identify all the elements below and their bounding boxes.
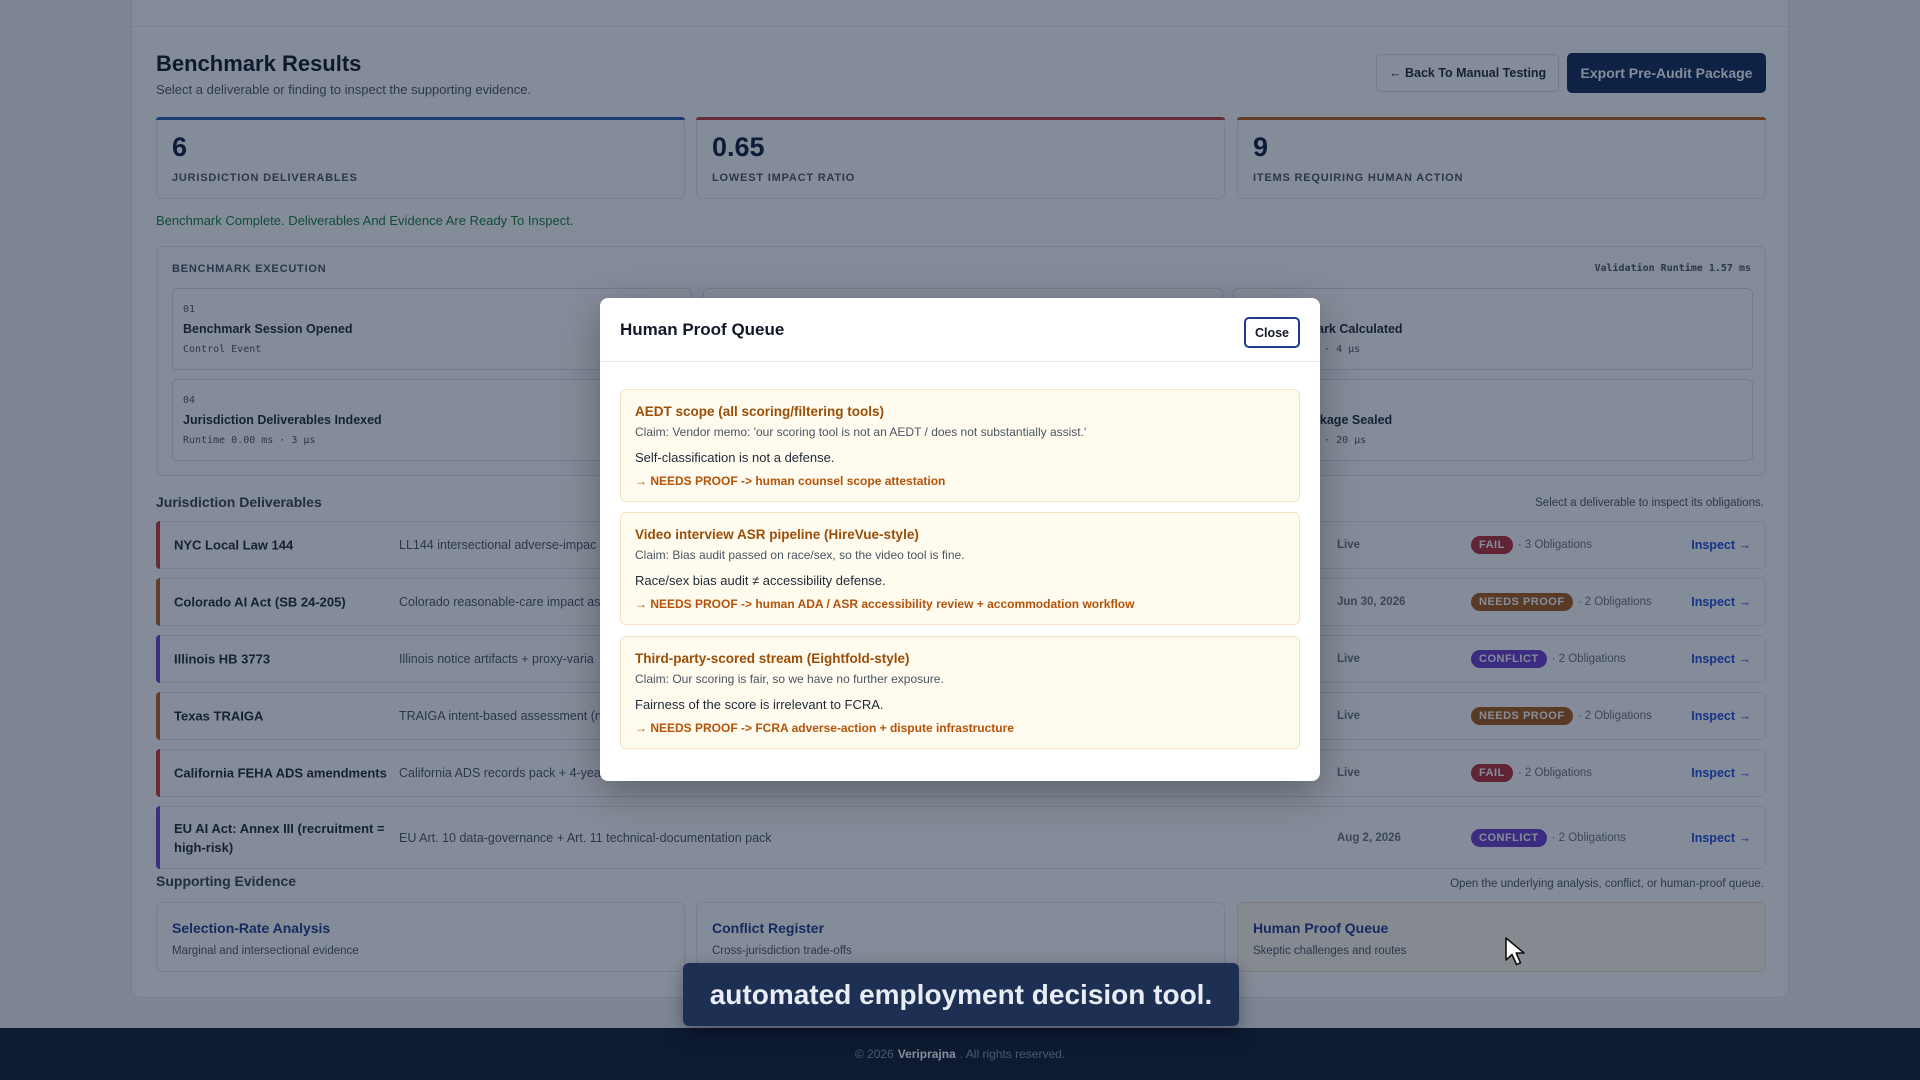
close-button[interactable]: Close — [1244, 317, 1300, 348]
proof-item-title: Video interview ASR pipeline (HireVue-st… — [635, 527, 919, 542]
human-proof-queue-modal: Human Proof Queue Close AEDT scope (all … — [600, 298, 1320, 781]
proof-item-claim: Claim: Bias audit passed on race/sex, so… — [635, 548, 965, 562]
proof-item-claim: Claim: Vendor memo: 'our scoring tool is… — [635, 425, 1087, 439]
proof-item[interactable]: AEDT scope (all scoring/filtering tools)… — [620, 389, 1300, 502]
proof-item-route: → NEEDS PROOF -> human ADA / ASR accessi… — [635, 597, 1135, 611]
proof-item-rebuttal: Fairness of the score is irrelevant to F… — [635, 697, 884, 712]
modal-title: Human Proof Queue — [620, 320, 785, 339]
modal-header: Human Proof Queue Close — [600, 298, 1320, 362]
proof-item-rebuttal: Self-classification is not a defense. — [635, 450, 835, 465]
proof-item-title: Third-party-scored stream (Eightfold-sty… — [635, 651, 910, 666]
caption-toast: automated employment decision tool. — [683, 963, 1239, 1026]
proof-item-rebuttal: Race/sex bias audit ≠ accessibility defe… — [635, 573, 886, 588]
proof-item-title: AEDT scope (all scoring/filtering tools) — [635, 404, 885, 419]
proof-item[interactable]: Third-party-scored stream (Eightfold-sty… — [620, 636, 1300, 749]
proof-item-claim: Claim: Our scoring is fair, so we have n… — [635, 672, 944, 686]
mouse-cursor-icon — [1505, 937, 1525, 966]
proof-item-route: → NEEDS PROOF -> FCRA adverse-action + d… — [635, 721, 1014, 735]
proof-item-route: → NEEDS PROOF -> human counsel scope att… — [635, 474, 946, 488]
proof-item[interactable]: Video interview ASR pipeline (HireVue-st… — [620, 512, 1300, 625]
